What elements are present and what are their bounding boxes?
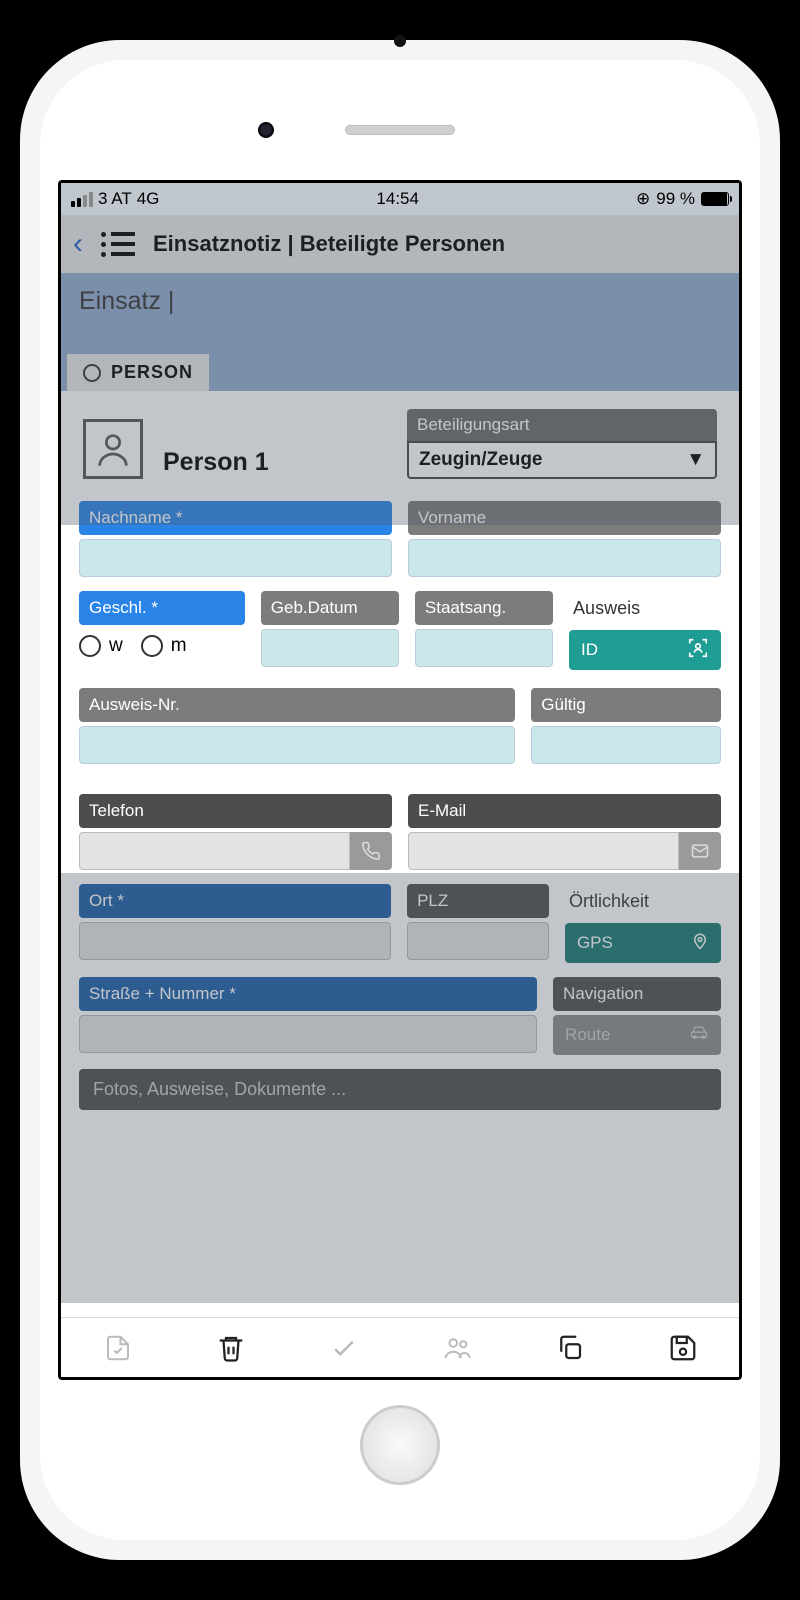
signal-icon: [71, 192, 93, 207]
page-title: Einsatznotiz | Beteiligte Personen: [153, 231, 505, 257]
clock: 14:54: [376, 189, 419, 209]
avatar-placeholder-icon[interactable]: [83, 419, 143, 479]
back-button[interactable]: ‹: [73, 227, 83, 261]
people-icon[interactable]: [440, 1331, 474, 1365]
participation-type-select[interactable]: Zeugin/Zeuge ▼: [407, 441, 717, 479]
subheader: Einsatz |: [61, 273, 739, 347]
nachname-label: Nachname *: [79, 501, 392, 535]
vorname-input[interactable]: [408, 539, 721, 577]
form-section-identity: Nachname * Vorname Geschl. * w m: [61, 489, 739, 790]
person-title: Person 1: [163, 448, 269, 477]
strasse-label: Straße + Nummer *: [79, 977, 537, 1011]
orientation-lock-icon: ⊕: [636, 189, 650, 209]
bottom-toolbar: [61, 1317, 739, 1377]
radio-icon: [83, 364, 101, 382]
telefon-input[interactable]: [79, 832, 350, 870]
check-icon[interactable]: [327, 1331, 361, 1365]
plz-input[interactable]: [407, 922, 549, 960]
participation-type-label: Beteiligungsart: [407, 409, 717, 441]
staatsang-input[interactable]: [415, 629, 553, 667]
battery-icon: [701, 192, 729, 206]
car-icon: [689, 1023, 709, 1048]
ausweis-nr-label: Ausweis-Nr.: [79, 688, 515, 722]
id-scan-button[interactable]: ID: [569, 630, 721, 670]
plz-label: PLZ: [407, 884, 549, 918]
geschlecht-label: Geschl. *: [79, 591, 245, 625]
gueltig-label: Gültig: [531, 688, 721, 722]
phone-icon[interactable]: [350, 832, 392, 870]
trash-icon[interactable]: [214, 1331, 248, 1365]
attachments-section[interactable]: Fotos, Ausweise, Dokumente ...: [79, 1069, 721, 1110]
ausweis-label: Ausweis: [569, 591, 721, 626]
status-bar: 3 AT 4G 14:54 ⊕ 99 %: [61, 183, 739, 215]
nachname-input[interactable]: [79, 539, 392, 577]
form-section-contact: Telefon E-Mail: [61, 790, 739, 1122]
tab-row: PERSON: [61, 347, 739, 391]
gps-label: GPS: [577, 933, 613, 953]
email-label: E-Mail: [408, 794, 721, 828]
save-icon[interactable]: [666, 1331, 700, 1365]
home-button[interactable]: [360, 1405, 440, 1485]
app-header: ‹ Einsatznotiz | Beteiligte Personen: [61, 215, 739, 273]
navigation-label: Navigation: [553, 977, 721, 1011]
gueltig-input[interactable]: [531, 726, 721, 764]
copy-icon[interactable]: [553, 1331, 587, 1365]
email-input[interactable]: [408, 832, 679, 870]
front-camera: [258, 122, 274, 138]
route-label: Route: [565, 1025, 610, 1045]
select-value: Zeugin/Zeuge: [419, 449, 543, 471]
ausweis-nr-input[interactable]: [79, 726, 515, 764]
ort-input[interactable]: [79, 922, 391, 960]
geburtsdatum-label: Geb.Datum: [261, 591, 399, 625]
person-header: Person 1 Beteiligungsart Zeugin/Zeuge ▼: [61, 391, 739, 489]
route-button[interactable]: Route: [553, 1015, 721, 1055]
location-pin-icon: [691, 932, 709, 955]
strasse-input[interactable]: [79, 1015, 537, 1053]
gender-w-radio[interactable]: w: [79, 635, 123, 657]
vorname-label: Vorname: [408, 501, 721, 535]
chevron-down-icon: ▼: [686, 449, 705, 471]
gender-m-radio[interactable]: m: [141, 635, 187, 657]
mail-icon[interactable]: [679, 832, 721, 870]
gps-button[interactable]: GPS: [565, 923, 721, 963]
speaker-grill: [345, 125, 455, 135]
battery-percent: 99 %: [656, 189, 695, 209]
telefon-label: Telefon: [79, 794, 392, 828]
proximity-sensor: [394, 35, 406, 47]
ort-label: Ort *: [79, 884, 391, 918]
oertlichkeit-label: Örtlichkeit: [565, 884, 721, 919]
staatsang-label: Staatsang.: [415, 591, 553, 625]
network-text: 4G: [137, 189, 160, 209]
tab-person[interactable]: PERSON: [67, 354, 209, 391]
geburtsdatum-input[interactable]: [261, 629, 399, 667]
tab-label: PERSON: [111, 362, 193, 383]
scan-person-icon: [687, 637, 709, 664]
id-btn-label: ID: [581, 640, 598, 660]
pdf-export-icon[interactable]: [101, 1331, 135, 1365]
list-menu-icon[interactable]: [101, 232, 135, 257]
carrier-text: 3 AT: [98, 189, 132, 209]
